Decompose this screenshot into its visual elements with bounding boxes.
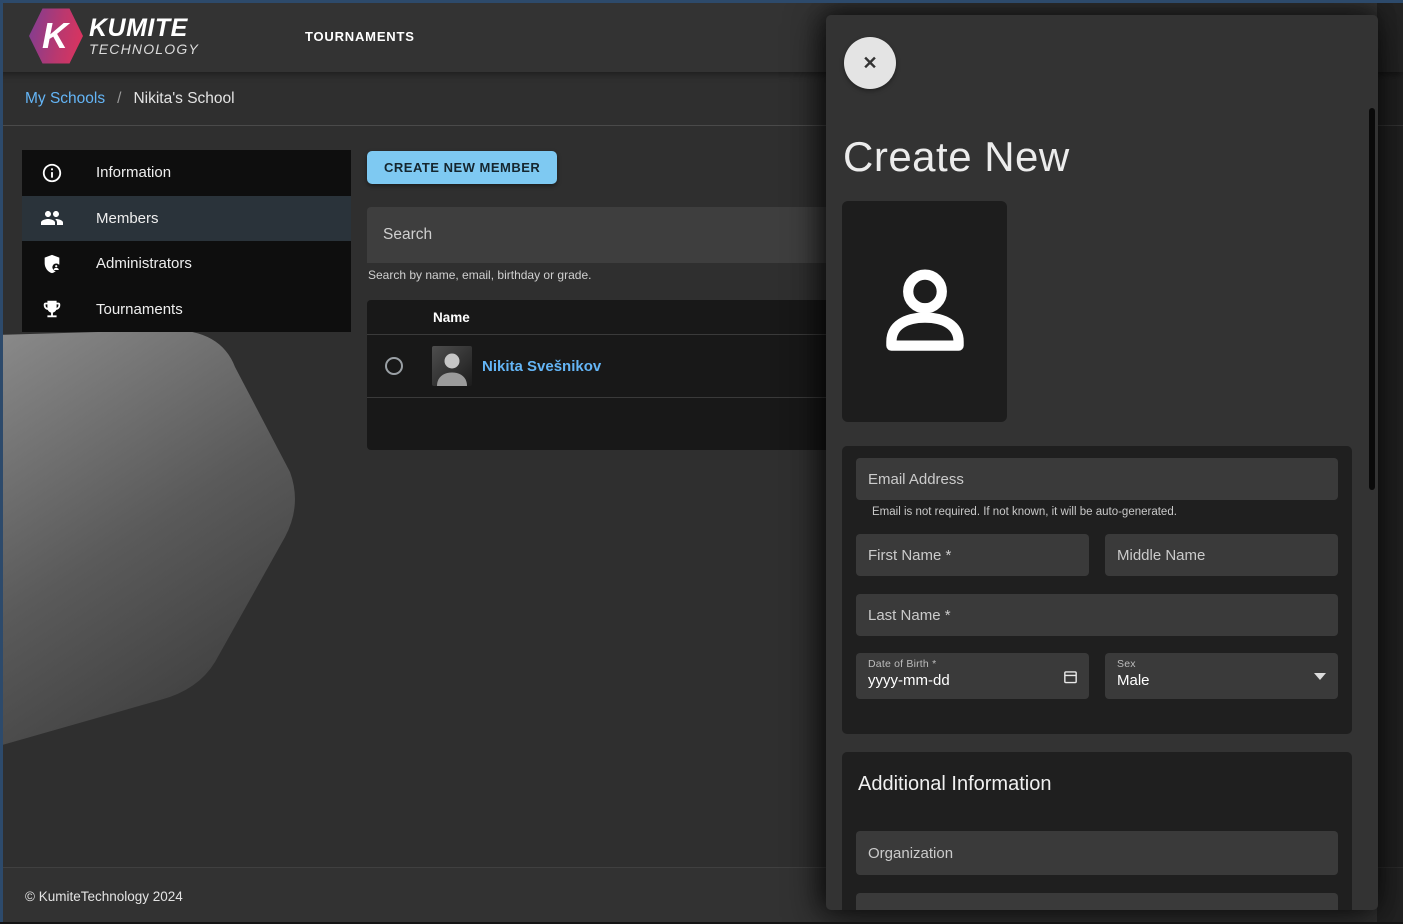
sidebar-item-label: Tournaments <box>96 301 183 318</box>
sex-select[interactable]: Sex Male <box>1105 653 1338 699</box>
brand-logo[interactable]: K KUMITE TECHNOLOGY <box>29 8 199 64</box>
footer-copyright: © KumiteTechnology 2024 <box>25 889 183 904</box>
sidebar-item-label: Members <box>96 210 159 227</box>
close-icon: ✕ <box>862 54 877 72</box>
chevron-down-icon <box>1314 673 1326 680</box>
sex-label: Sex <box>1117 658 1326 670</box>
create-new-member-button[interactable]: CREATE NEW MEMBER <box>367 151 557 184</box>
brand-subtitle: TECHNOLOGY <box>89 41 199 57</box>
close-button[interactable]: ✕ <box>844 37 896 89</box>
sidebar-item-tournaments[interactable]: Tournaments <box>22 287 351 333</box>
basic-info-card: Email is not required. If not known, it … <box>842 446 1352 734</box>
info-icon <box>40 161 64 185</box>
additional-info-card: Additional Information <box>842 752 1352 910</box>
school-sidebar: Information Members Administrators <box>22 150 351 332</box>
row-radio-button[interactable] <box>385 357 403 375</box>
middle-name-field[interactable] <box>1105 534 1338 576</box>
window-edge-top <box>0 0 1403 3</box>
app-window: K KUMITE TECHNOLOGY TOURNAMENTS My Schoo… <box>0 0 1403 924</box>
breadcrumb-current: Nikita's School <box>133 90 234 108</box>
background-shape <box>0 322 310 772</box>
sidebar-item-members[interactable]: Members <box>22 196 351 242</box>
drawer-backdrop[interactable] <box>1377 0 1403 924</box>
dob-value: yyyy-mm-dd <box>868 672 1077 689</box>
person-outline-icon <box>869 256 981 368</box>
brand-name: KUMITE <box>89 15 199 41</box>
sidebar-item-label: Information <box>96 164 171 181</box>
drawer-scrollbar[interactable] <box>1369 108 1375 490</box>
breadcrumb: My Schools / Nikita's School <box>25 90 235 108</box>
sidebar-item-information[interactable]: Information <box>22 150 351 196</box>
member-avatar <box>432 346 472 386</box>
nav-item-tournaments[interactable]: TOURNAMENTS <box>305 29 415 44</box>
sidebar-item-administrators[interactable]: Administrators <box>22 241 351 287</box>
additional-field-partial[interactable] <box>856 893 1338 910</box>
dob-label: Date of Birth * <box>868 658 1077 670</box>
breadcrumb-separator: / <box>117 90 121 108</box>
organization-field[interactable] <box>856 831 1338 875</box>
create-member-drawer: ✕ Create New Email is not required. If n… <box>826 15 1378 910</box>
calendar-icon[interactable] <box>1062 668 1079 690</box>
avatar-upload-placeholder[interactable] <box>842 201 1007 422</box>
sidebar-item-label: Administrators <box>96 255 192 272</box>
breadcrumb-link-my-schools[interactable]: My Schools <box>25 90 105 108</box>
trophy-icon <box>40 297 64 321</box>
date-of-birth-field[interactable]: Date of Birth * yyyy-mm-dd <box>856 653 1089 699</box>
drawer-title: Create New <box>843 133 1070 181</box>
member-name-link[interactable]: Nikita Svešnikov <box>482 358 601 375</box>
group-icon <box>40 206 64 230</box>
first-name-field[interactable] <box>856 534 1089 576</box>
column-header-name: Name <box>433 310 470 325</box>
window-edge-left <box>0 0 3 924</box>
logo-letter: K <box>42 18 68 54</box>
kumite-logo-icon: K <box>29 8 83 64</box>
email-helper-text: Email is not required. If not known, it … <box>872 506 1338 518</box>
additional-info-title: Additional Information <box>858 770 1338 798</box>
email-field[interactable] <box>856 458 1338 500</box>
last-name-field[interactable] <box>856 594 1338 636</box>
admin-shield-icon <box>40 252 64 276</box>
sex-value: Male <box>1117 672 1326 689</box>
